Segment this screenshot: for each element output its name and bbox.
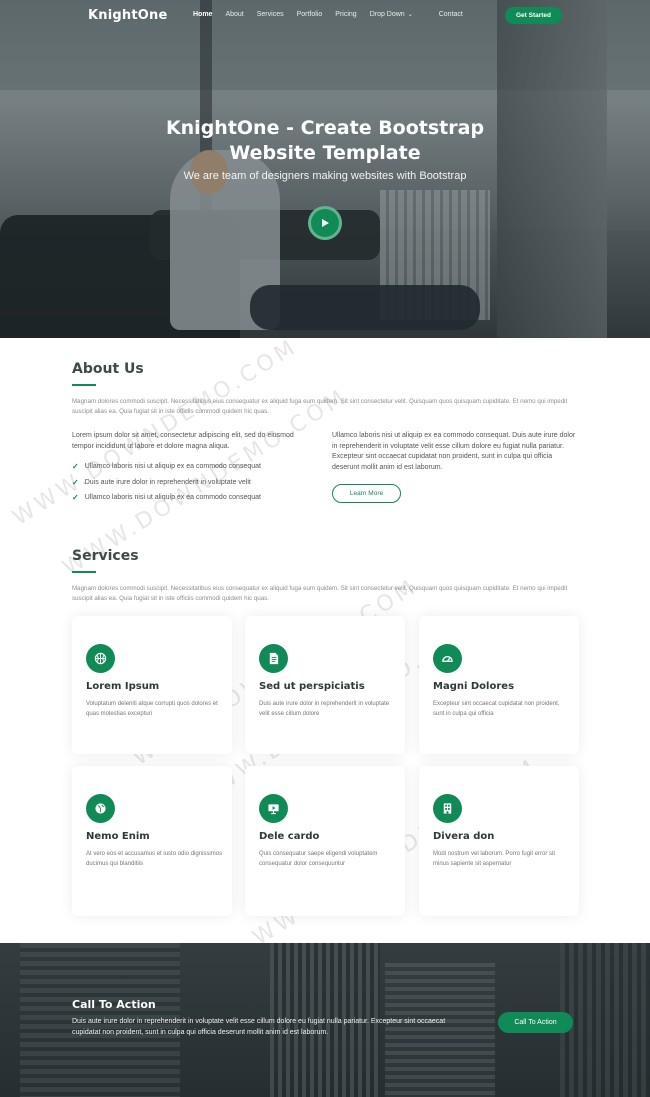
hero-overlay [0,0,650,338]
service-card-desc: Quis consequatur saepe eligendi voluptat… [259,851,378,867]
nav-item-home[interactable]: Home [193,11,212,18]
call-to-action-button[interactable]: Call To Action [498,1012,573,1033]
about-title-underline [72,384,96,386]
service-card-title: Nemo Enim [86,831,150,842]
nav-item-dropdown-label: Drop Down [369,11,405,18]
check-icon: ✓ [72,477,79,487]
nav-item-portfolio[interactable]: Portfolio [297,11,323,18]
service-card-desc: Duis aute irure dolor in reprehenderit i… [259,701,390,717]
about-intro: Magnam dolores commodi suscipit. Necessi… [72,398,568,415]
service-card[interactable]: Lorem Ipsum Voluptatum deleniti atque co… [72,616,232,754]
hero-title-line1: KnightOne - Create Bootstrap [165,117,485,139]
top-navbar: KnightOne Home About Services Portfolio … [0,0,650,32]
hero-title-line2: Website Template [229,142,421,164]
globe-icon [86,794,115,823]
service-card-title: Divera don [433,831,495,842]
service-card-title: Magni Dolores [433,681,515,692]
basketball-icon [86,644,115,673]
chevron-down-icon: ⌄ [407,12,413,18]
service-card[interactable]: Divera don Modi nostrum vel laborum. Por… [419,766,579,916]
check-icon: ✓ [72,462,79,472]
service-card-desc: Modi nostrum vel laborum. Porro fugit er… [433,851,556,867]
document-icon [259,644,288,673]
service-card[interactable]: Nemo Enim At vero eos et accusamus et iu… [72,766,232,916]
tachometer-icon [433,644,462,673]
learn-more-button[interactable]: Learn More [332,484,401,503]
building-icon [433,794,462,823]
hero-title: KnightOne - Create Bootstrap Website Tem… [0,116,650,166]
play-icon [322,219,329,227]
about-left-text: Lorem ipsum dolor sit amet, consectetur … [72,432,294,450]
services-title: Services [72,548,139,564]
nav-item-pricing[interactable]: Pricing [335,11,356,18]
service-card-desc: Excepteur sint occaecat cupidatat non pr… [433,701,560,717]
get-started-button[interactable]: Get Started [505,7,562,24]
about-check-list: ✓ Ullamco laboris nisi ut aliquip ex ea c… [72,459,261,506]
service-card-desc: Voluptatum deleniti atque corrupti quos … [86,701,218,717]
nav-item-services[interactable]: Services [257,11,284,18]
check-item-text: Ullamco laboris nisi ut aliquip ex ea co… [84,494,261,502]
nav-menu: Home About Services Portfolio Pricing Dr… [193,11,476,18]
about-right-text: Ullamco laboris nisi ut aliquip ex ea co… [332,432,576,471]
service-card[interactable]: Dele cardo Quis consequatur saepe eligen… [245,766,405,916]
hero-section: KnightOne Home About Services Portfolio … [0,0,650,338]
check-item-text: Duis aute irure dolor in reprehenderit i… [84,478,251,486]
play-video-button[interactable] [308,206,342,240]
cta-title: Call To Action [72,998,156,1011]
cta-text: Duis aute irure dolor in reprehenderit i… [72,1018,446,1036]
service-card-title: Dele cardo [259,831,320,842]
service-card-title: Lorem Ipsum [86,681,160,692]
nav-item-about[interactable]: About [225,11,243,18]
call-to-action-section: Call To Action Duis aute irure dolor in … [0,943,650,1097]
check-item-text: Ullamco laboris nisi ut aliquip ex ea co… [84,463,261,471]
nav-item-dropdown[interactable]: Drop Down ⌄ [370,11,426,18]
list-item: ✓ Ullamco laboris nisi ut aliquip ex ea c… [72,490,261,506]
services-intro: Magnam dolores commodi suscipit. Necessi… [72,585,568,602]
service-card[interactable]: Magni Dolores Excepteur sint occaecat cu… [419,616,579,754]
service-card-desc: At vero eos et accusamus et iusto odio d… [86,851,223,867]
check-icon: ✓ [72,493,79,503]
slideshow-icon [259,794,288,823]
list-item: ✓ Ullamco laboris nisi ut aliquip ex ea c… [72,459,261,475]
about-title: About Us [72,361,144,377]
service-card[interactable]: Sed ut perspiciatis Duis aute irure dolo… [245,616,405,754]
service-card-title: Sed ut perspiciatis [259,681,365,692]
services-title-underline [72,571,96,573]
nav-item-contact[interactable]: Contact [439,11,463,18]
hero-subtitle: We are team of designers making websites… [183,170,467,182]
list-item: ✓ Duis aute irure dolor in reprehenderit … [72,475,261,491]
site-logo[interactable]: KnightOne [88,8,167,23]
